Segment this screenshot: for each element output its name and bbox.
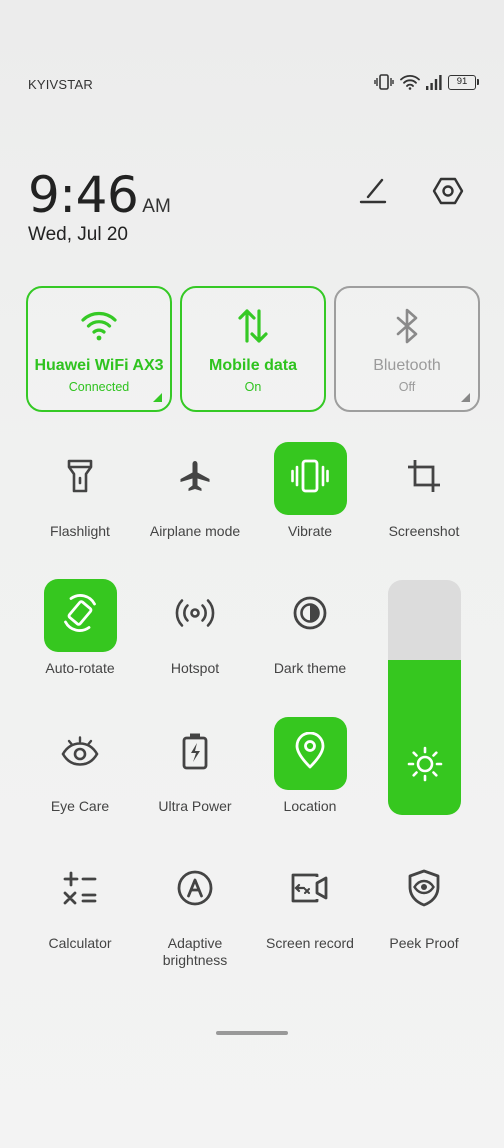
toggle-screen-record[interactable]: Screen record xyxy=(254,854,366,952)
toggle-eye-care[interactable]: Eye Care xyxy=(24,717,136,815)
toggle-label: Vibrate xyxy=(287,523,333,539)
toggle-label: Ultra Power xyxy=(158,798,232,814)
carrier-name: KYIVSTAR xyxy=(28,77,93,92)
mobile-data-tile-title: Mobile data xyxy=(208,357,297,374)
toggle-adaptive-brightness[interactable]: Adaptive brightness xyxy=(139,854,251,969)
calculator-icon xyxy=(62,870,98,911)
expand-arrow-icon[interactable] xyxy=(153,393,162,402)
adaptive-brightness-icon xyxy=(176,869,214,912)
toggle-label: Hotspot xyxy=(170,660,220,676)
bluetooth-tile[interactable]: Bluetooth Off xyxy=(334,286,480,412)
home-indicator[interactable] xyxy=(216,1031,288,1035)
toggle-vibrate[interactable]: Vibrate xyxy=(254,442,366,540)
wifi-tile-status: Connected xyxy=(68,380,130,394)
toggle-calculator[interactable]: Calculator xyxy=(24,854,136,952)
toggle-label: Dark theme xyxy=(273,660,347,676)
bluetooth-tile-status: Off xyxy=(398,380,416,394)
vibrate-icon xyxy=(291,459,329,498)
toggle-hotspot[interactable]: Hotspot xyxy=(139,579,251,677)
toggle-label: Airplane mode xyxy=(149,523,241,539)
status-icons: 91 xyxy=(374,74,479,90)
wifi-icon xyxy=(80,309,118,348)
screen-record-icon xyxy=(290,871,330,910)
settings-icon xyxy=(432,175,464,212)
brightness-slider[interactable] xyxy=(388,580,461,815)
location-icon xyxy=(294,731,326,775)
battery-bolt-icon xyxy=(181,732,209,775)
toggle-flashlight[interactable]: Flashlight xyxy=(24,442,136,540)
hotspot-icon xyxy=(175,597,215,634)
toggle-airplane[interactable]: Airplane mode xyxy=(139,442,251,540)
toggle-label: Calculator xyxy=(48,935,112,951)
battery-icon: 91 xyxy=(448,74,479,90)
toggle-peek-proof[interactable]: Peek Proof xyxy=(368,854,480,952)
dark-theme-icon xyxy=(292,595,328,636)
flashlight-icon xyxy=(65,458,95,499)
airplane-icon xyxy=(177,458,213,499)
toggle-label: Peek Proof xyxy=(389,935,459,951)
clock-time: 9:46 xyxy=(28,166,139,224)
clock-ampm: AM xyxy=(142,196,171,217)
toggle-label: Auto-rotate xyxy=(45,660,115,676)
toggle-auto-rotate[interactable]: Auto-rotate xyxy=(24,579,136,677)
bluetooth-icon xyxy=(392,308,422,349)
mobile-data-tile[interactable]: Mobile data On xyxy=(180,286,326,412)
wifi-tile-title: Huawei WiFi AX3 xyxy=(34,357,164,374)
toggle-location[interactable]: Location xyxy=(254,717,366,815)
date-label: Wed, Jul 20 xyxy=(28,224,128,245)
settings-button[interactable] xyxy=(430,175,466,211)
data-arrows-icon xyxy=(236,308,270,349)
peek-proof-icon xyxy=(407,869,441,912)
status-bar: KYIVSTAR 91 xyxy=(28,74,479,96)
brightness-fill xyxy=(388,659,461,815)
sun-icon xyxy=(407,746,443,787)
mobile-data-tile-status: On xyxy=(244,380,262,394)
toggle-screenshot[interactable]: Screenshot xyxy=(368,442,480,540)
toggle-label: Flashlight xyxy=(50,523,110,539)
signal-icon xyxy=(426,74,442,90)
toggle-label: Screenshot xyxy=(388,523,460,539)
toggle-label: Adaptive brightness xyxy=(162,935,228,968)
top-actions xyxy=(356,175,466,211)
wifi-tile[interactable]: Huawei WiFi AX3 Connected xyxy=(26,286,172,412)
bluetooth-tile-title: Bluetooth xyxy=(373,357,441,374)
crop-icon xyxy=(407,459,441,498)
toggle-label: Location xyxy=(283,798,337,814)
vibrate-status-icon xyxy=(374,74,394,90)
toggle-ultra-power[interactable]: Ultra Power xyxy=(139,717,251,815)
eye-icon xyxy=(61,735,99,772)
edit-button[interactable] xyxy=(356,175,392,211)
toggle-label: Screen record xyxy=(266,935,354,951)
wifi-status-icon xyxy=(400,74,420,90)
edit-icon xyxy=(358,175,390,212)
expand-arrow-icon[interactable] xyxy=(461,393,470,402)
clock: 9:46 AM xyxy=(28,166,171,224)
rotate-icon xyxy=(61,594,99,637)
connectivity-tiles: Huawei WiFi AX3 Connected Mobile data On… xyxy=(26,286,480,412)
toggle-label: Eye Care xyxy=(50,798,110,814)
toggle-dark-theme[interactable]: Dark theme xyxy=(254,579,366,677)
